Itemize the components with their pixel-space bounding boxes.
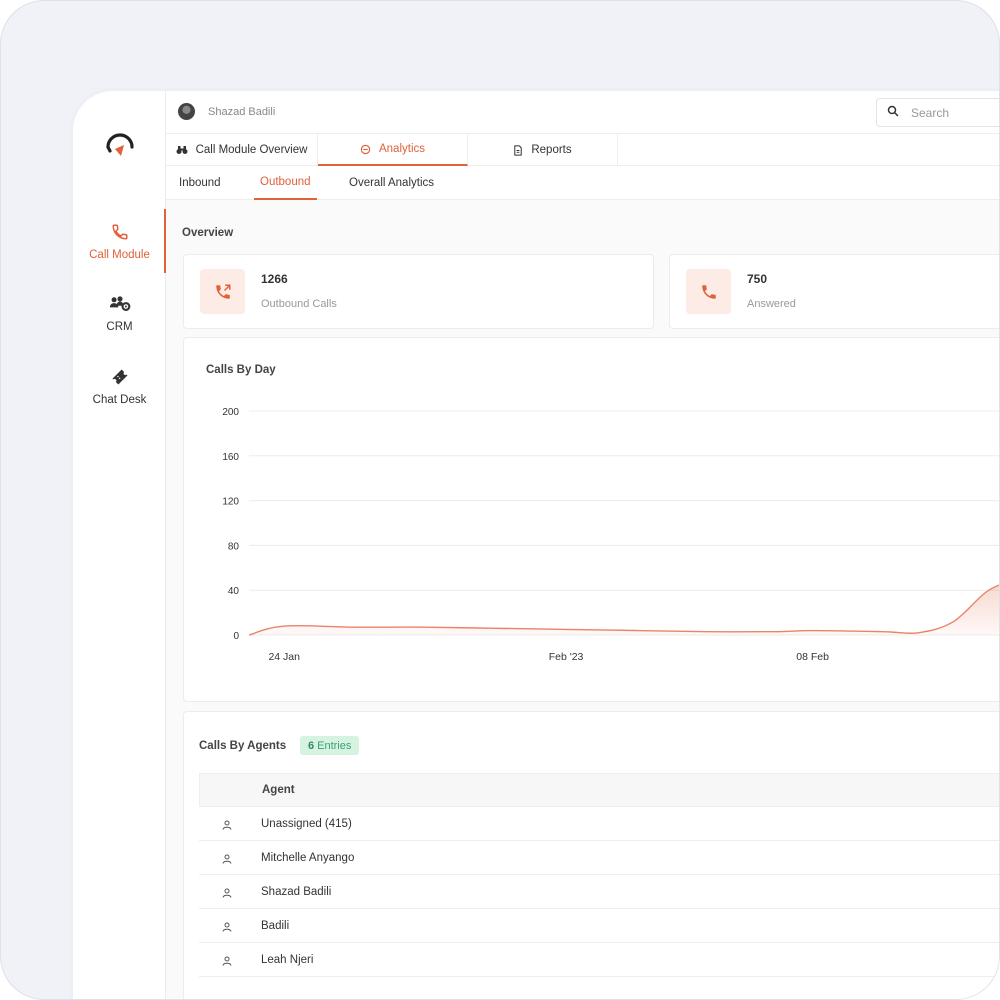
- y-tick-label: 200: [222, 407, 239, 418]
- stat-value: 750: [747, 272, 768, 286]
- phone-icon: [109, 221, 131, 243]
- table-row[interactable]: Mitchelle Anyango: [199, 841, 999, 875]
- y-tick-label: 160: [222, 452, 239, 463]
- subtab-overall-analytics[interactable]: Overall Analytics: [343, 166, 440, 200]
- calls-by-day-chart-card: Calls By Day 200 160 120 80 40 0 24 Jan Feb '23…: [183, 337, 999, 702]
- subtab-inbound[interactable]: Inbound: [173, 166, 227, 200]
- tab-label: Analytics: [378, 143, 426, 155]
- search-box[interactable]: [876, 98, 999, 127]
- table-body: Unassigned (415) Mitchelle Anyango Shazad …: [199, 807, 999, 977]
- tab-analytics[interactable]: Analytics: [318, 134, 468, 166]
- agent-name: Badili: [261, 919, 290, 932]
- x-tick-label: 08 Feb: [796, 651, 829, 663]
- app-window: Call Module CRM Chat Desk Shazad Badili …: [73, 91, 999, 999]
- document-icon: [513, 144, 523, 156]
- series-line: [248, 584, 999, 636]
- table-header-row: Agent: [199, 773, 999, 807]
- phone-outgoing-icon: [200, 269, 245, 314]
- user-icon: [221, 852, 233, 864]
- y-tick-label: 80: [228, 541, 240, 552]
- subtab-outbound[interactable]: Outbound: [254, 166, 317, 200]
- user-name: Shazad Badili: [208, 106, 276, 118]
- stat-label: Outbound Calls: [261, 298, 337, 310]
- calls-by-agents-card: Calls By Agents 6 Entries Agent Unassign…: [183, 711, 999, 999]
- people-gear-icon: [109, 293, 131, 315]
- entries-badge: 6 Entries: [300, 736, 360, 755]
- stat-card-outbound-calls: 1266 Outbound Calls: [183, 254, 654, 329]
- y-tick-label: 120: [222, 497, 239, 508]
- sidebar-item-chat-desk[interactable]: Chat Desk: [73, 354, 166, 418]
- analytics-icon: [360, 144, 371, 155]
- series-area: [249, 585, 999, 635]
- y-tick-label: 0: [233, 631, 239, 642]
- avatar[interactable]: [178, 103, 195, 120]
- column-header-agent[interactable]: Agent: [262, 784, 295, 796]
- tab-bar: Call Module Overview Analytics Reports: [166, 134, 999, 166]
- calls-by-day-chart: 200 160 120 80 40 0 24 Jan Feb '23 08 Feb: [222, 407, 999, 663]
- sidebar-item-label: Call Module: [89, 249, 150, 261]
- agents-title: Calls By Agents: [199, 740, 287, 752]
- entries-count: 6: [308, 739, 315, 752]
- sidebar-item-label: CRM: [106, 321, 133, 333]
- sidebar-item-call-module[interactable]: Call Module: [73, 209, 167, 273]
- y-tick-label: 40: [228, 586, 240, 597]
- top-bar: Shazad Badili: [166, 91, 999, 134]
- sidebar-item-label: Chat Desk: [92, 394, 147, 406]
- search-input[interactable]: [911, 105, 999, 120]
- outer-frame: Call Module CRM Chat Desk Shazad Badili …: [0, 0, 1000, 1000]
- agent-name: Shazad Badili: [261, 885, 332, 898]
- ticket-icon: [109, 366, 131, 388]
- tab-label: Call Module Overview: [195, 144, 308, 156]
- stat-label: Answered: [747, 298, 796, 310]
- search-icon: [887, 104, 899, 122]
- table-row[interactable]: Shazad Badili: [199, 875, 999, 909]
- tab-label: Reports: [531, 144, 572, 156]
- sub-tabs: Inbound Outbound Overall Analytics: [166, 166, 999, 200]
- user-icon: [221, 818, 233, 830]
- stat-value: 1266: [261, 272, 288, 286]
- table-row[interactable]: Leah Njeri: [199, 943, 999, 977]
- entries-label: Entries: [317, 739, 352, 752]
- tab-call-module-overview[interactable]: Call Module Overview: [166, 134, 318, 166]
- x-tick-label: 24 Jan: [268, 651, 300, 663]
- agent-name: Unassigned (415): [261, 817, 352, 830]
- main-content: Shazad Badili Call Module Overview: [166, 91, 999, 999]
- overview-title: Overview: [182, 227, 234, 239]
- user-icon: [221, 920, 233, 932]
- user-icon: [221, 954, 233, 966]
- sidebar: Call Module CRM Chat Desk: [73, 91, 167, 999]
- phone-icon: [686, 269, 731, 314]
- table-row[interactable]: Badili: [199, 909, 999, 943]
- x-tick-label: Feb '23: [549, 651, 584, 663]
- sidebar-item-crm[interactable]: CRM: [73, 281, 166, 345]
- app-logo-icon: [102, 127, 138, 163]
- agent-name: Mitchelle Anyango: [261, 851, 355, 864]
- stat-card-answered: 750 Answered: [669, 254, 999, 329]
- agent-name: Leah Njeri: [261, 953, 314, 966]
- table-row[interactable]: Unassigned (415): [199, 807, 999, 841]
- tab-reports[interactable]: Reports: [468, 134, 618, 166]
- binoculars-icon: [176, 144, 188, 156]
- user-icon: [221, 886, 233, 898]
- agents-table: Agent Unassigned (415) Mitchelle Anyango S…: [199, 773, 999, 977]
